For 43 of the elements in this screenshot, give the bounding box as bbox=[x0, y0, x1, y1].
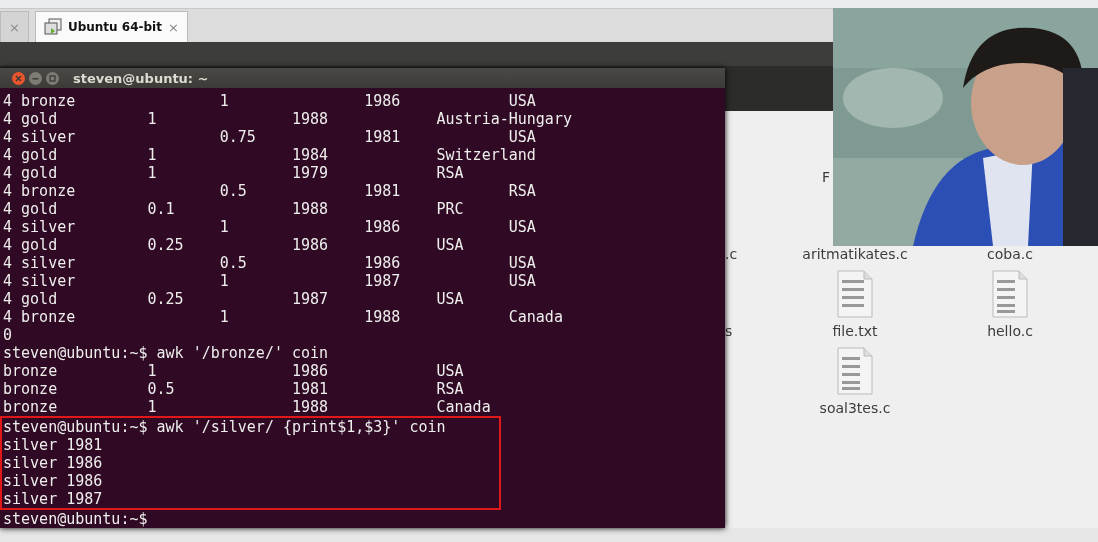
file-name[interactable]: hello.c bbox=[987, 322, 1033, 340]
terminal-line: 4 silver 0.75 1981 USA bbox=[3, 128, 537, 146]
document-icon bbox=[836, 347, 874, 395]
tab[interactable]: Ubuntu 64-bit × bbox=[34, 11, 188, 42]
terminal-line: 4 silver 0.5 1986 USA bbox=[3, 254, 537, 272]
close-icon[interactable] bbox=[12, 71, 25, 85]
terminal-line: silver 1981 bbox=[3, 436, 104, 454]
terminal-line: 4 gold 0.25 1986 USA bbox=[3, 236, 465, 254]
file-name[interactable]: F bbox=[822, 168, 831, 186]
terminal-line: silver 1986 bbox=[3, 454, 104, 472]
file-name[interactable]: file.txt bbox=[832, 322, 878, 340]
terminal-line: 4 bronze 0.5 1981 RSA bbox=[3, 182, 537, 200]
terminal-line: steven@ubuntu:~$ awk '/bronze/' coin bbox=[3, 344, 330, 362]
file-name[interactable]: .c bbox=[725, 245, 738, 263]
document-icon bbox=[836, 270, 874, 318]
file-name[interactable]: coba.c bbox=[987, 245, 1033, 263]
window-title: steven@ubuntu: ~ bbox=[73, 70, 209, 86]
terminal-line: steven@ubuntu:~$ bbox=[3, 510, 149, 528]
terminal-line: silver 1987 bbox=[3, 490, 104, 508]
terminal-line: bronze 1 1988 Canada bbox=[3, 398, 492, 416]
terminal-line: 4 bronze 1 1988 Canada bbox=[3, 308, 564, 326]
terminal-line: 4 silver 1 1986 USA bbox=[3, 218, 537, 236]
maximize-icon[interactable] bbox=[46, 71, 59, 85]
terminal-line: 4 gold 1 1984 Switzerland bbox=[3, 146, 537, 164]
terminal-line: 4 bronze 1 1986 USA bbox=[3, 92, 537, 110]
file-name[interactable]: soal3tes.c bbox=[819, 399, 891, 417]
terminal-line: bronze 0.5 1981 RSA bbox=[3, 380, 465, 398]
terminal-line: 4 gold 0.1 1988 PRC bbox=[3, 200, 465, 218]
vm-icon bbox=[43, 18, 62, 36]
tab-title: Ubuntu 64-bit bbox=[67, 20, 162, 34]
terminal-line: 4 gold 1 1988 Austria-Hungary bbox=[3, 110, 573, 128]
file-name[interactable]: aritmatikates.c bbox=[802, 245, 908, 263]
document-icon bbox=[991, 270, 1029, 318]
terminal-line: 4 silver 1 1987 USA bbox=[3, 272, 537, 290]
terminal-line: bronze 1 1986 USA bbox=[3, 362, 465, 380]
minimize-icon[interactable] bbox=[29, 71, 42, 85]
terminal-line: steven@ubuntu:~$ awk '/silver/ {print$1,$3}' coin bbox=[3, 418, 447, 436]
terminal-line: 0 bbox=[3, 326, 14, 344]
file-name[interactable]: s bbox=[725, 322, 733, 340]
terminal-line: silver 1986 bbox=[3, 472, 104, 490]
terminal-line: 4 gold 1 1979 RSA bbox=[3, 164, 465, 182]
terminal-line: 4 gold 0.25 1987 USA bbox=[3, 290, 465, 308]
close-icon[interactable]: × bbox=[167, 19, 179, 35]
